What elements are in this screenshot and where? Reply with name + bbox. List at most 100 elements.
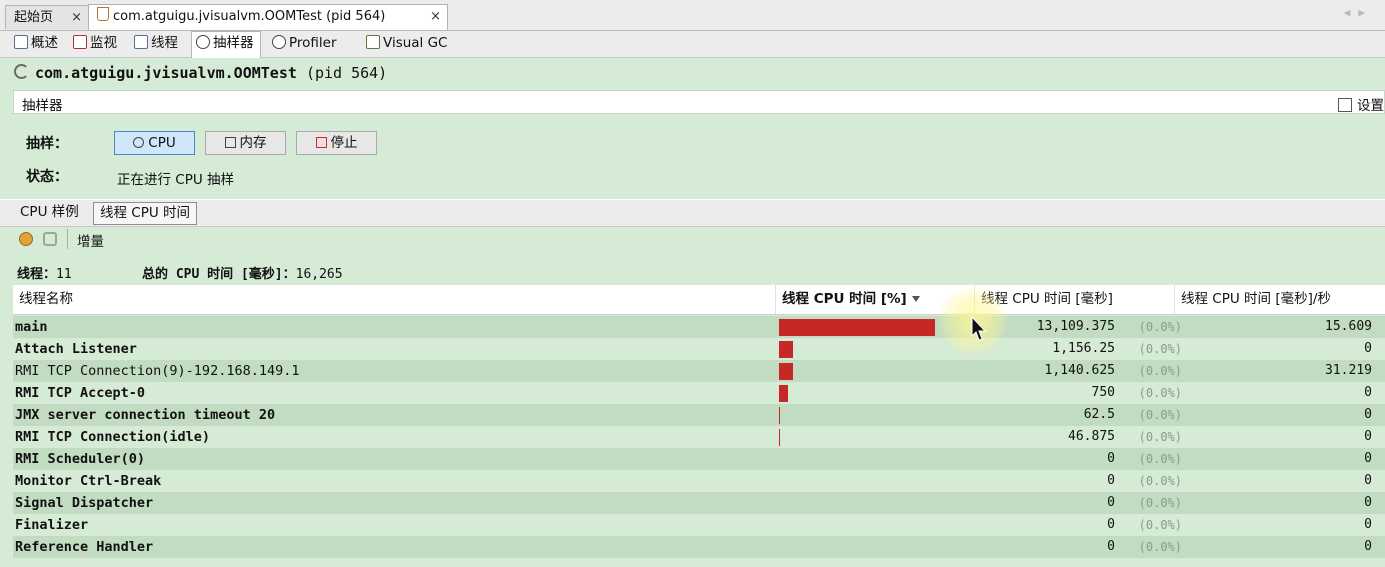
- tab-sampler[interactable]: 抽样器: [191, 31, 261, 58]
- close-icon[interactable]: ×: [430, 5, 441, 28]
- table-row[interactable]: JMX server connection timeout 20 62.5 (0.0…: [13, 404, 1385, 426]
- total-cpu-time: 总的 CPU 时间 [毫秒]：16,265: [142, 263, 343, 282]
- cpu-ms-value: 62.5: [1083, 407, 1115, 422]
- table-row[interactable]: Monitor Ctrl-Break 0 (0.0%) 0: [13, 470, 1385, 492]
- cpu-ms-percent: (0.0%): [1138, 320, 1182, 334]
- cpu-ms-per-sec-value: 0: [1364, 429, 1372, 444]
- cpu-ms-percent: (0.0%): [1138, 518, 1182, 532]
- threads-count-label: 线程：: [17, 267, 57, 282]
- threads-icon: [134, 35, 148, 49]
- sampler-section-label: 抽样器: [22, 98, 63, 114]
- cpu-sample-button[interactable]: CPU: [114, 131, 195, 155]
- cpu-ms-per-sec-value: 0: [1364, 407, 1372, 422]
- total-cpu-time-label: 总的 CPU 时间 [毫秒]：: [142, 267, 296, 282]
- cpu-percent-bar: [779, 341, 793, 358]
- tab-profiler-label: Profiler: [289, 35, 337, 51]
- tab-visual-gc[interactable]: Visual GC: [362, 32, 453, 56]
- tab-oomtest[interactable]: com.atguigu.jvisualvm.OOMTest (pid 564) …: [88, 4, 448, 30]
- tab-thread-cpu-time[interactable]: 线程 CPU 时间: [93, 202, 198, 225]
- cpu-button-label: CPU: [148, 135, 176, 151]
- results-tab-bar: CPU 样例 线程 CPU 时间: [0, 199, 1385, 227]
- pause-icon[interactable]: [19, 232, 33, 246]
- table-row[interactable]: RMI TCP Connection(idle) 46.875 (0.0%) 0: [13, 426, 1385, 448]
- table-row[interactable]: Attach Listener 1,156.25 (0.0%) 0: [13, 338, 1385, 360]
- column-cpu-percent-label: 线程 CPU 时间 [%]: [782, 291, 907, 307]
- cpu-ms-value: 1,140.625: [1044, 363, 1115, 378]
- cpu-ms-per-sec-value: 0: [1364, 495, 1372, 510]
- clock-icon: [133, 137, 145, 148]
- tab-threads[interactable]: 线程: [130, 32, 184, 56]
- column-cpu-ms-label: 线程 CPU 时间 [毫秒]: [981, 291, 1113, 307]
- cpu-ms-percent: (0.0%): [1138, 430, 1182, 444]
- column-cpu-ms[interactable]: 线程 CPU 时间 [毫秒]: [975, 285, 1175, 314]
- status-value: 正在进行 CPU 抽样: [117, 172, 235, 188]
- thread-name: Finalizer: [15, 517, 89, 533]
- tab-profiler[interactable]: Profiler: [268, 32, 343, 56]
- cpu-ms-per-sec-value: 0: [1364, 385, 1372, 400]
- cpu-ms-per-sec-value: 0: [1364, 517, 1372, 532]
- cpu-ms-value: 0: [1107, 473, 1115, 488]
- profiler-icon: [272, 35, 286, 49]
- cpu-ms-per-sec-value: 0: [1364, 473, 1372, 488]
- tab-start-page[interactable]: 起始页 ×: [5, 5, 89, 29]
- cpu-ms-value: 750: [1091, 385, 1115, 400]
- table-row[interactable]: main 13,109.375 (0.0%) 15.609: [13, 316, 1385, 338]
- column-thread-name[interactable]: 线程名称: [13, 285, 776, 314]
- thread-name: Attach Listener: [15, 341, 137, 357]
- stop-icon: [315, 137, 327, 148]
- cpu-ms-value: 13,109.375: [1036, 319, 1115, 334]
- table-row[interactable]: RMI TCP Connection(9)-192.168.149.1 1,140…: [13, 360, 1385, 382]
- close-icon[interactable]: ×: [71, 6, 82, 29]
- cpu-ms-percent: (0.0%): [1138, 540, 1182, 554]
- checkbox-icon[interactable]: [1338, 98, 1352, 112]
- memory-button-label: 内存: [239, 135, 267, 151]
- thread-name: RMI TCP Connection(idle): [15, 429, 211, 445]
- sampler-icon: [196, 35, 210, 49]
- cpu-ms-percent: (0.0%): [1138, 342, 1182, 356]
- cpu-percent-bar: [779, 319, 935, 336]
- table-row[interactable]: Signal Dispatcher 0 (0.0%) 0: [13, 492, 1385, 514]
- table-row[interactable]: RMI TCP Accept-0 750 (0.0%) 0: [13, 382, 1385, 404]
- tab-start-page-label: 起始页: [14, 10, 54, 25]
- page-title: com.atguigu.jvisualvm.OOMTest (pid 564): [14, 64, 387, 82]
- java-cup-icon: [97, 7, 109, 21]
- thread-name: RMI TCP Connection(9)-192.168.149.1: [15, 363, 300, 379]
- cpu-ms-percent: (0.0%): [1138, 496, 1182, 510]
- table-row[interactable]: Finalizer 0 (0.0%) 0: [13, 514, 1385, 536]
- tab-scroll-arrows-icon[interactable]: ◀▶: [1344, 6, 1373, 19]
- cpu-ms-value: 0: [1107, 539, 1115, 554]
- delta-button[interactable]: 增量: [77, 230, 104, 250]
- cpu-ms-value: 0: [1107, 495, 1115, 510]
- thread-name: RMI Scheduler(0): [15, 451, 146, 467]
- cpu-ms-per-sec-value: 15.609: [1325, 319, 1372, 334]
- cpu-percent-bar: [779, 385, 788, 402]
- cpu-ms-per-sec-value: 0: [1364, 539, 1372, 554]
- settings-checkbox[interactable]: 设置: [1338, 94, 1384, 114]
- table-row[interactable]: Reference Handler 0 (0.0%) 0: [13, 536, 1385, 558]
- cpu-ms-value: 1,156.25: [1052, 341, 1115, 356]
- tab-cpu-samples[interactable]: CPU 样例: [14, 202, 85, 225]
- stop-button-label: 停止: [330, 135, 358, 151]
- column-cpu-ms-per-sec[interactable]: 线程 CPU 时间 [毫秒]/秒: [1175, 285, 1385, 314]
- column-cpu-percent[interactable]: 线程 CPU 时间 [%]: [776, 285, 975, 314]
- thread-name: Reference Handler: [15, 539, 154, 555]
- sample-label: 抽样：: [26, 136, 68, 152]
- tab-sampler-label: 抽样器: [213, 35, 254, 51]
- table-row[interactable]: RMI Scheduler(0) 0 (0.0%) 0: [13, 448, 1385, 470]
- stop-button[interactable]: 停止: [296, 131, 377, 155]
- cpu-ms-percent: (0.0%): [1138, 408, 1182, 422]
- sort-descending-icon: [911, 296, 920, 302]
- thread-name: Signal Dispatcher: [15, 495, 154, 511]
- cpu-ms-percent: (0.0%): [1138, 364, 1182, 378]
- memory-sample-button[interactable]: 内存: [205, 131, 286, 155]
- visualgc-icon: [366, 35, 380, 49]
- app-name: com.atguigu.jvisualvm.OOMTest: [35, 64, 297, 82]
- threads-count-value: 11: [56, 267, 72, 282]
- refresh-icon[interactable]: [43, 232, 57, 246]
- sampler-header: 抽样器 设置: [13, 90, 1385, 114]
- thread-name: main: [15, 319, 48, 335]
- document-tab-bar: 起始页 × com.atguigu.jvisualvm.OOMTest (pid…: [0, 0, 1385, 31]
- tab-monitor[interactable]: 监视: [69, 32, 123, 56]
- tab-overview[interactable]: 概述: [10, 32, 64, 56]
- tab-overview-label: 概述: [31, 35, 58, 51]
